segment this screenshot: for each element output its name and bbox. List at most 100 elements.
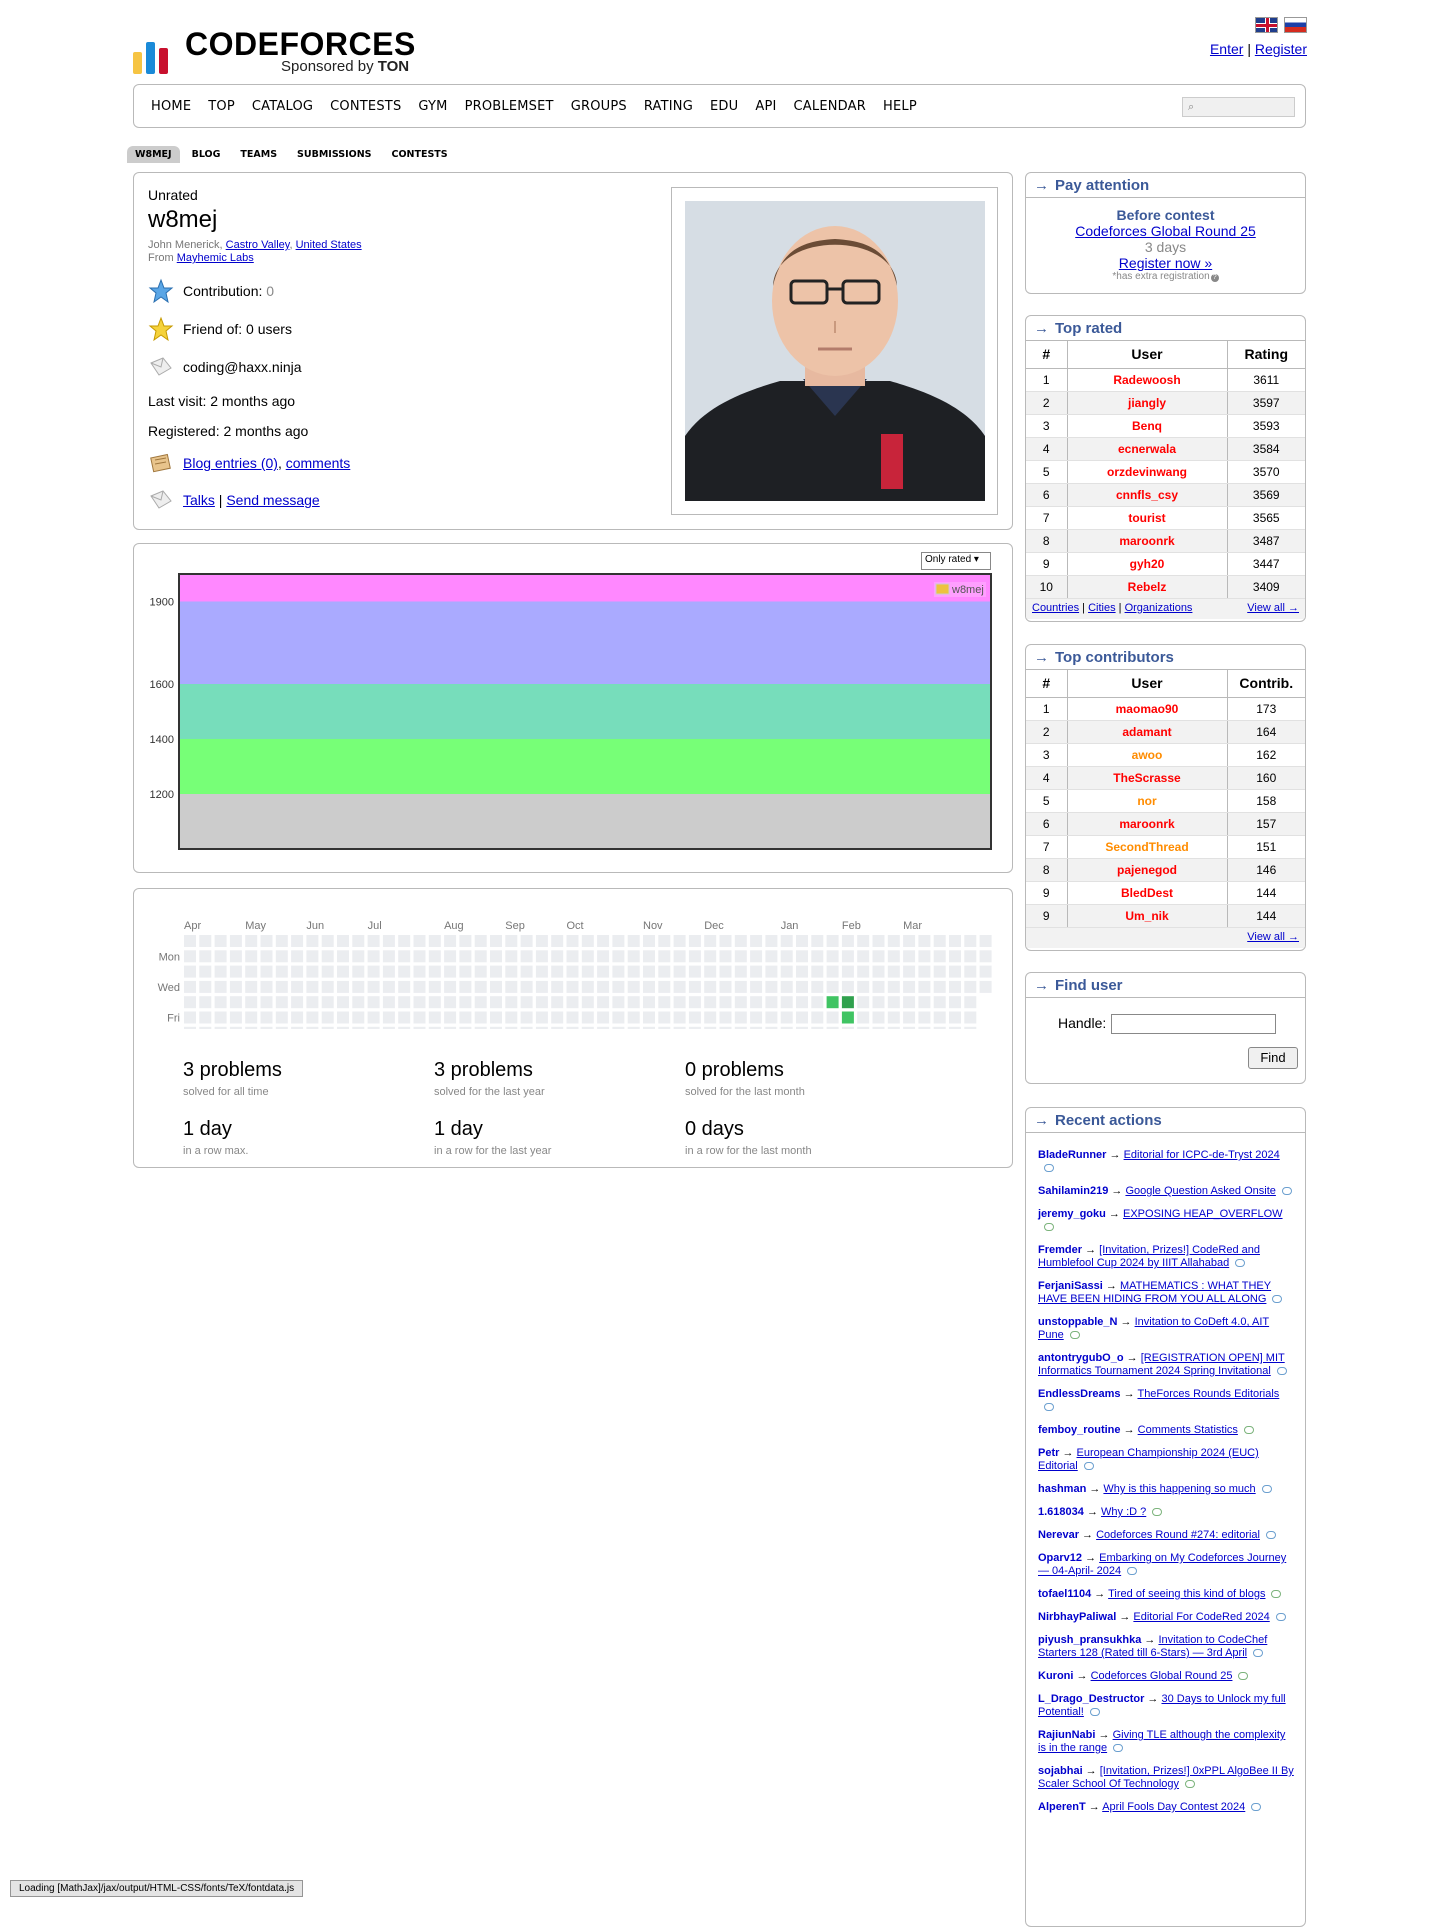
activity-cell[interactable]	[612, 996, 625, 1009]
activity-cell[interactable]	[780, 1011, 793, 1024]
contest-link[interactable]: Codeforces Global Round 25	[1075, 223, 1256, 239]
activity-cell[interactable]	[964, 965, 977, 978]
city-link[interactable]: Castro Valley	[226, 239, 290, 251]
activity-cell[interactable]	[581, 1011, 594, 1024]
activity-cell[interactable]	[964, 950, 977, 963]
activity-cell[interactable]	[597, 996, 610, 1009]
activity-cell[interactable]	[796, 1011, 808, 1024]
activity-cell[interactable]	[199, 935, 212, 947]
activity-cell[interactable]	[780, 1026, 793, 1029]
activity-cell[interactable]	[658, 935, 671, 947]
activity-cell[interactable]	[551, 1026, 564, 1029]
activity-cell[interactable]	[673, 950, 686, 963]
find-button[interactable]: Find	[1248, 1047, 1298, 1069]
user-cell[interactable]: Radewoosh	[1067, 368, 1228, 392]
action-blog-link[interactable]: Codeforces Global Round 25	[1091, 1670, 1233, 1682]
menu-contests[interactable]: CONTESTS	[330, 99, 401, 114]
activity-cell[interactable]	[581, 935, 594, 947]
activity-cell[interactable]	[826, 935, 839, 947]
activity-cell[interactable]	[750, 996, 763, 1009]
activity-cell[interactable]	[612, 1026, 625, 1029]
activity-cell[interactable]	[367, 1011, 380, 1024]
activity-cell[interactable]	[444, 996, 457, 1009]
activity-cell[interactable]	[627, 980, 640, 993]
activity-cell[interactable]	[260, 1026, 273, 1029]
activity-cell[interactable]	[872, 996, 885, 1009]
activity-cell[interactable]	[505, 1026, 518, 1029]
user-link[interactable]: maroonrk	[1119, 534, 1174, 548]
activity-cell[interactable]	[933, 965, 946, 978]
activity-cell[interactable]	[811, 996, 824, 1009]
activity-cell[interactable]	[382, 1011, 395, 1024]
activity-cell[interactable]	[444, 980, 457, 993]
activity-cell[interactable]	[490, 965, 502, 978]
action-blog-link[interactable]: Why is this happening so much	[1103, 1483, 1255, 1495]
activity-cell[interactable]	[490, 996, 502, 1009]
activity-cell[interactable]	[337, 950, 349, 963]
activity-cell[interactable]	[658, 950, 671, 963]
activity-cell[interactable]	[857, 965, 870, 978]
activity-cell[interactable]	[612, 1011, 625, 1024]
activity-cell[interactable]	[321, 1026, 334, 1029]
activity-cell[interactable]	[918, 1026, 931, 1029]
action-blog-link[interactable]: Comments Statistics	[1138, 1424, 1238, 1436]
activity-cell[interactable]	[688, 950, 701, 963]
activity-cell[interactable]	[214, 965, 227, 978]
activity-cell[interactable]	[184, 980, 196, 993]
only-rated-select[interactable]: Only rated ▾	[921, 552, 991, 570]
user-link[interactable]: tourist	[1128, 511, 1165, 525]
activity-cell[interactable]	[750, 965, 763, 978]
help-icon[interactable]: ?	[1210, 274, 1219, 282]
activity-cell[interactable]	[765, 980, 778, 993]
menu-top[interactable]: TOP	[208, 99, 235, 114]
activity-cell[interactable]	[459, 1011, 472, 1024]
activity-cell[interactable]	[933, 996, 946, 1009]
action-user-link[interactable]: Fremder	[1038, 1244, 1082, 1256]
activity-cell[interactable]	[658, 1011, 671, 1024]
activity-cell[interactable]	[811, 935, 824, 947]
user-cell[interactable]: Rebelz	[1067, 575, 1228, 599]
activity-cell[interactable]	[780, 996, 793, 1009]
activity-cell[interactable]	[490, 935, 502, 947]
activity-cell[interactable]	[184, 965, 196, 978]
activity-cell[interactable]	[780, 965, 793, 978]
activity-cell[interactable]	[306, 980, 319, 993]
activity-cell[interactable]	[688, 996, 701, 1009]
activity-cell[interactable]	[949, 1011, 961, 1024]
activity-cell[interactable]	[826, 1026, 839, 1029]
activity-cell[interactable]	[535, 1011, 548, 1024]
activity-cell[interactable]	[857, 1011, 870, 1024]
activity-cell[interactable]	[811, 1026, 824, 1029]
user-link[interactable]: TheScrasse	[1113, 771, 1180, 785]
action-blog-link[interactable]: Codeforces Round #274: editorial	[1096, 1529, 1260, 1541]
activity-cell[interactable]	[841, 1026, 854, 1029]
activity-cell[interactable]	[719, 980, 732, 993]
activity-cell[interactable]	[964, 1011, 977, 1024]
user-link[interactable]: Um_nik	[1125, 909, 1168, 923]
activity-cell[interactable]	[444, 935, 457, 947]
activity-cell[interactable]	[734, 1026, 747, 1029]
activity-cell[interactable]	[474, 1011, 487, 1024]
user-link[interactable]: maomao90	[1116, 702, 1179, 716]
activity-cell[interactable]	[581, 980, 594, 993]
activity-cell[interactable]	[214, 935, 227, 947]
activity-cell[interactable]	[658, 965, 671, 978]
activity-cell[interactable]	[627, 1011, 640, 1024]
activity-cell[interactable]	[291, 935, 304, 947]
activity-cell[interactable]	[765, 996, 778, 1009]
activity-cell[interactable]	[612, 950, 625, 963]
activity-cell[interactable]	[872, 950, 885, 963]
activity-cell[interactable]	[811, 980, 824, 993]
activity-cell[interactable]	[520, 950, 533, 963]
activity-cell[interactable]	[964, 996, 977, 1009]
activity-cell[interactable]	[229, 980, 242, 993]
action-user-link[interactable]: antontrygubO_o	[1038, 1352, 1124, 1364]
activity-cell[interactable]	[505, 935, 518, 947]
activity-cell[interactable]	[229, 996, 242, 1009]
activity-cell[interactable]	[474, 965, 487, 978]
activity-cell[interactable]	[887, 1011, 900, 1024]
activity-cell[interactable]	[841, 935, 854, 947]
activity-cell[interactable]	[597, 965, 610, 978]
activity-cell[interactable]	[367, 980, 380, 993]
user-cell[interactable]: ecnerwala	[1067, 437, 1228, 461]
